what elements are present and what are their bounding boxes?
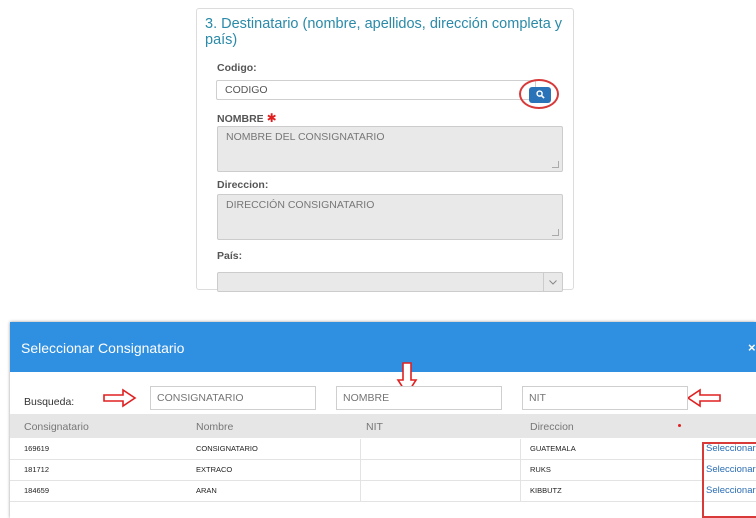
nombre-label-wrap: NOMBRE ✱: [217, 111, 277, 125]
table-header: Consignatario Nombre NIT Direccion: [10, 414, 756, 438]
chevron-down-icon[interactable]: [543, 273, 562, 291]
destinatario-card: 3. Destinatario (nombre, apellidos, dire…: [196, 8, 574, 292]
resize-grip-icon[interactable]: [552, 229, 559, 236]
nombre-filter-input[interactable]: [336, 386, 502, 410]
cell-nombre: CONSIGNATARIO: [196, 444, 258, 453]
section-title: 3. Destinatario (nombre, apellidos, dire…: [205, 16, 563, 48]
column-divider: [520, 439, 521, 459]
codigo-label: Codigo:: [217, 62, 257, 74]
consignatario-filter-input[interactable]: [150, 386, 316, 410]
cell-direccion: GUATEMALA: [530, 444, 576, 453]
cell-consignatario: 169619: [24, 444, 50, 453]
column-header-consignatario[interactable]: Consignatario: [24, 421, 89, 433]
pais-label: País:: [217, 250, 243, 262]
search-button[interactable]: [529, 87, 551, 103]
cell-consignatario: 181712: [24, 465, 50, 474]
table-row[interactable]: 184659 ARAN KIBBUTZ Seleccionar: [10, 481, 756, 502]
nit-filter-input[interactable]: [522, 386, 688, 410]
column-divider: [360, 481, 361, 501]
column-divider: [360, 439, 361, 459]
cell-direccion: KIBBUTZ: [530, 486, 562, 495]
column-header-nit[interactable]: NIT: [366, 421, 383, 433]
column-header-direccion[interactable]: Direccion: [530, 421, 574, 433]
search-label: Busqueda:: [24, 396, 75, 408]
cell-direccion: RUKS: [530, 465, 551, 474]
search-icon: [535, 86, 545, 104]
direccion-label: Direccion:: [217, 179, 269, 191]
column-header-nombre[interactable]: Nombre: [196, 421, 233, 433]
modal-title: Seleccionar Consignatario: [21, 340, 185, 356]
cell-nombre: EXTRACO: [196, 465, 233, 474]
close-icon[interactable]: ×: [748, 340, 756, 355]
resize-grip-icon[interactable]: [552, 161, 559, 168]
cell-consignatario: 184659: [24, 486, 50, 495]
select-consignee-modal: Seleccionar Consignatario × Busqueda: Co…: [10, 322, 756, 518]
annotation-box: [702, 442, 756, 518]
cell-nombre: ARAN: [196, 486, 217, 495]
column-divider: [360, 460, 361, 480]
column-divider: [520, 460, 521, 480]
arrow-right-icon: [103, 388, 137, 408]
marker-dot: [678, 424, 681, 427]
table-row[interactable]: 169619 CONSIGNATARIO GUATEMALA Seleccion…: [10, 439, 756, 460]
modal-header: Seleccionar Consignatario ×: [10, 322, 756, 372]
codigo-input[interactable]: [216, 80, 536, 100]
nombre-value: NOMBRE DEL CONSIGNATARIO: [226, 131, 385, 143]
direccion-textarea[interactable]: DIRECCIÓN CONSIGNATARIO: [217, 194, 563, 240]
nombre-textarea[interactable]: NOMBRE DEL CONSIGNATARIO: [217, 126, 563, 172]
table-row[interactable]: 181712 EXTRACO RUKS Seleccionar: [10, 460, 756, 481]
arrow-left-icon: [686, 388, 721, 408]
required-icon: ✱: [266, 111, 277, 125]
pais-select[interactable]: [217, 272, 563, 292]
direccion-value: DIRECCIÓN CONSIGNATARIO: [226, 199, 375, 211]
nombre-label: NOMBRE: [217, 113, 264, 125]
column-divider: [520, 481, 521, 501]
